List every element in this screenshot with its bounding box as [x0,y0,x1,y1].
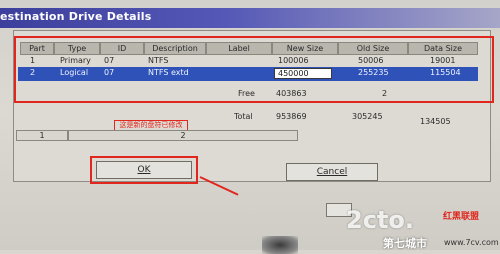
dialog-screen: estination Drive Details Part Type ID De… [0,0,500,254]
total-label: Total [234,112,253,121]
segment-1[interactable]: 1 [16,130,68,141]
watermark-url: www.7cv.com [444,238,499,247]
total-new: 953869 [276,112,307,121]
watermark-sub: 第七城市 [383,237,427,250]
cancel-button[interactable]: Cancel [286,163,378,181]
dark-spot [262,236,298,254]
window-title: estination Drive Details [0,10,152,23]
watermark-tag: 红黑联盟 [443,212,480,222]
ok-highlight-box [90,156,198,184]
total-old: 305245 [352,112,383,121]
table-highlight-box [14,36,494,103]
watermark-logo: 2cto. [346,206,415,234]
segment-2[interactable]: 2 [68,130,298,141]
total-data: 134505 [420,117,451,126]
